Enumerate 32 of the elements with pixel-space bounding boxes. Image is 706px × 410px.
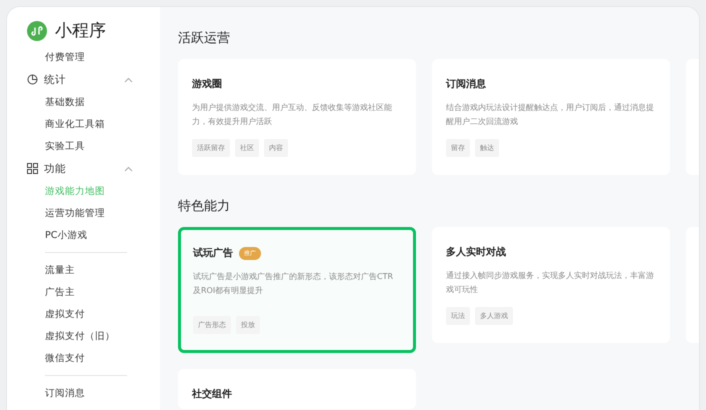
card-description: 试玩广告是小游戏广告推广的新形态，该形态对广告CTR及ROI都有明显提升 xyxy=(193,271,394,297)
sidebar-item[interactable]: 虚拟支付 xyxy=(27,303,160,325)
sidebar-item[interactable]: 虚拟支付（旧） xyxy=(27,325,160,347)
chevron-icon[interactable] xyxy=(124,166,133,172)
sidebar-item[interactable]: 订阅消息 xyxy=(27,382,160,404)
card-description: 为用户提供游戏交流、用户互动、反馈收集等游戏社区能力，有效提升用户活跃 xyxy=(192,102,393,128)
sidebar-item[interactable]: 实验工具 xyxy=(27,135,160,157)
grid-icon xyxy=(27,163,38,174)
app-title: 小程序 xyxy=(55,20,106,42)
card-title: 试玩广告 xyxy=(193,246,233,260)
section-title: 特色能力 xyxy=(178,198,230,215)
sidebar-item[interactable]: 微信支付 xyxy=(27,347,160,369)
sidebar-item[interactable]: 运营功能管理 xyxy=(27,202,160,224)
card-title: 订阅消息 xyxy=(446,78,486,91)
card-description: 通过接入帧同步游戏服务，实现多人实时对战玩法，丰富游戏可玩性 xyxy=(446,270,655,296)
sidebar-item[interactable]: PC小游戏 xyxy=(27,224,160,246)
card-title: 社交组件 xyxy=(192,387,232,401)
card-title: 多人实时对战 xyxy=(446,245,506,259)
pie-chart-icon xyxy=(27,74,38,85)
section-title: 活跃运营 xyxy=(178,30,230,47)
sidebar-item[interactable]: 基础数据 xyxy=(27,91,160,113)
sidebar-item[interactable]: 商业化工具箱 xyxy=(27,113,160,135)
sidebar-group[interactable]: 功能 xyxy=(44,162,66,176)
feature-card[interactable]: 社交组件 xyxy=(178,369,416,409)
card-title: 游戏圈 xyxy=(192,78,222,91)
chevron-icon[interactable] xyxy=(124,76,133,82)
sidebar-item[interactable]: 流量主 xyxy=(27,259,160,281)
logo-icon xyxy=(27,20,47,40)
sidebar-group[interactable]: 统计 xyxy=(44,72,66,86)
sidebar-item[interactable]: 付费管理 xyxy=(27,46,160,68)
sidebar-item[interactable]: 广告主 xyxy=(27,281,160,303)
card-description: 结合游戏内玩法设计提醒触达点，用户订阅后，通过消息提醒用户二次回流游戏 xyxy=(446,102,655,128)
